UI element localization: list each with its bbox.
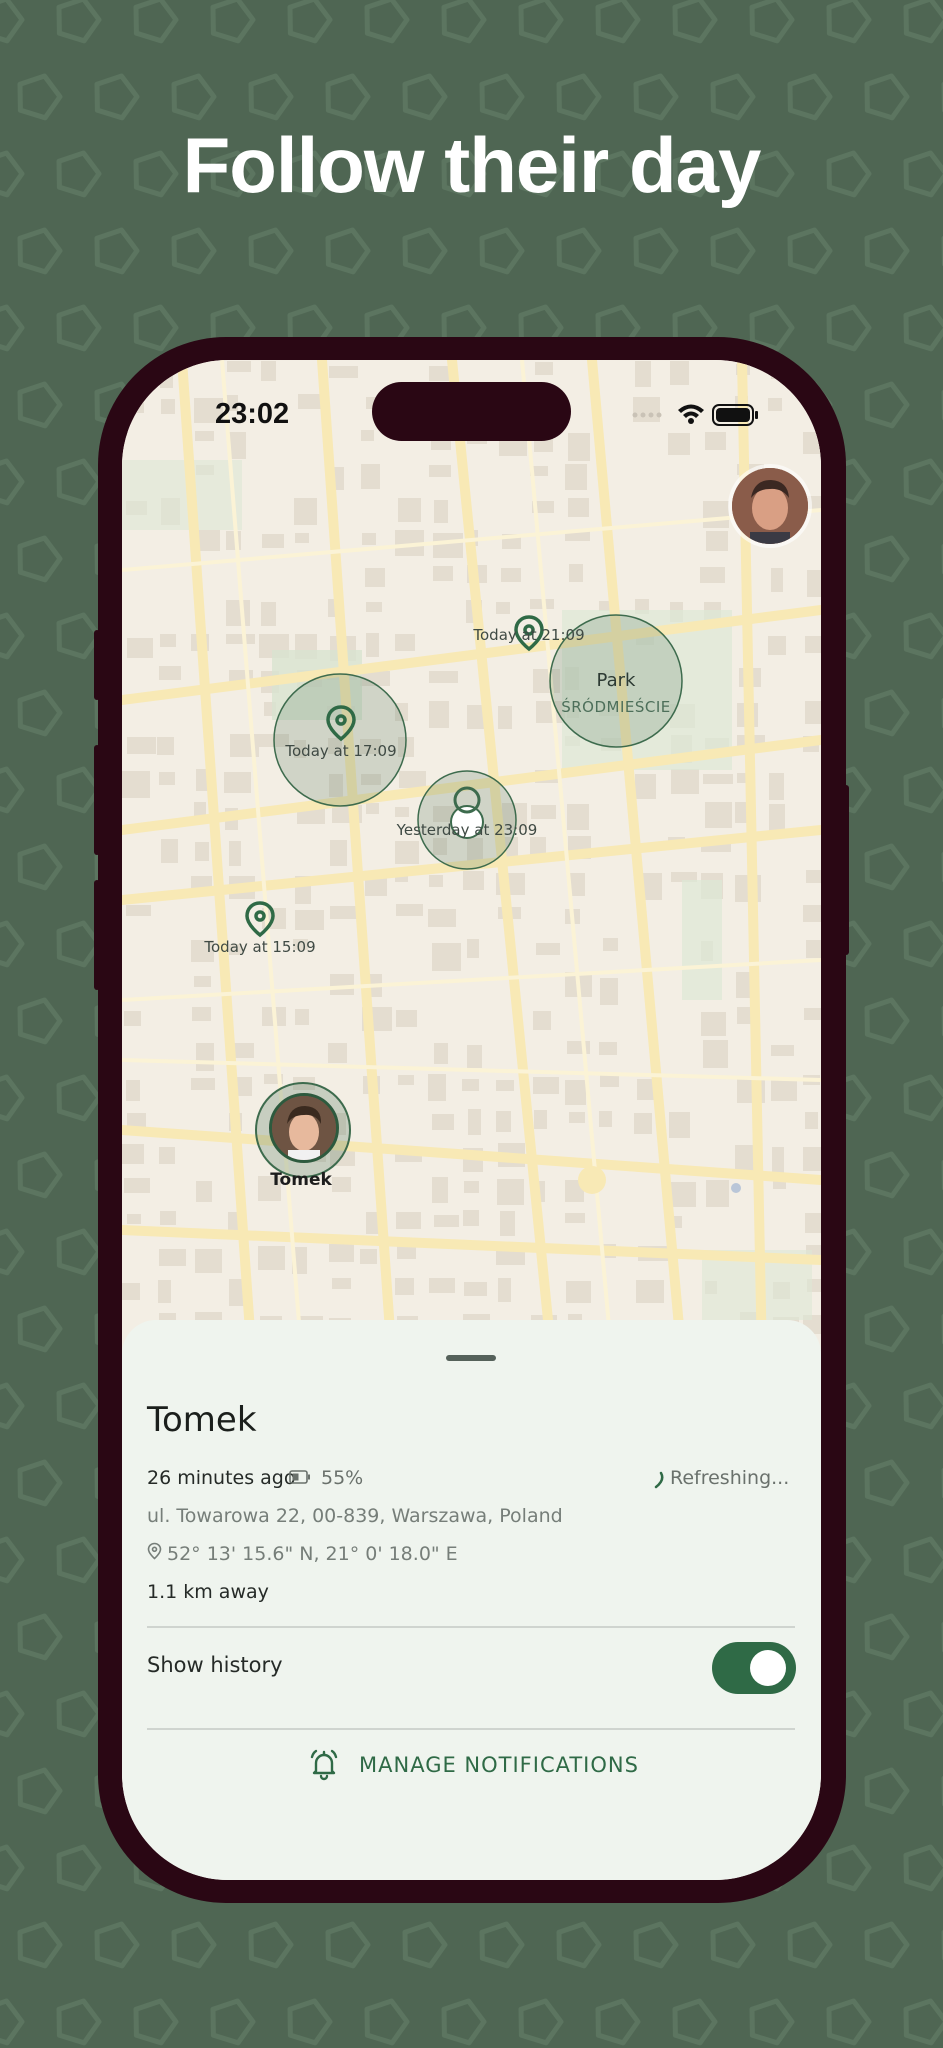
show-history-label: Show history — [147, 1653, 283, 1677]
refresh-spinner-icon — [654, 1471, 664, 1489]
divider — [147, 1728, 795, 1730]
refresh-status: Refreshing... — [670, 1467, 790, 1489]
person-name-label: Tomek — [270, 1170, 332, 1190]
last-seen-text: 26 minutes ago — [147, 1467, 296, 1489]
sheet-drag-handle[interactable] — [446, 1355, 496, 1361]
wifi-icon — [678, 404, 704, 424]
page-headline: Follow their day — [182, 121, 762, 209]
status-icons — [632, 404, 758, 426]
person-marker[interactable] — [255, 1082, 351, 1178]
bottom-sheet: Tomek 26 minutes ago 55% Refreshing... u… — [122, 1320, 821, 1880]
distance-text: 1.1 km away — [147, 1581, 269, 1603]
manage-notifications-label: MANAGE NOTIFICATIONS — [359, 1753, 639, 1777]
location-pin-icon — [147, 1542, 162, 1560]
marker-label: Today at 21:09 — [473, 626, 585, 644]
divider — [147, 1626, 795, 1628]
address-text: ul. Towarowa 22, 00-839, Warszawa, Polan… — [147, 1505, 563, 1527]
user-avatar[interactable] — [732, 468, 808, 544]
dynamic-island — [372, 382, 571, 441]
marker-label: Yesterday at 23:09 — [396, 821, 538, 839]
battery-icon — [289, 1470, 310, 1484]
park-name: Park — [596, 670, 636, 691]
status-time: 23:02 — [215, 398, 290, 430]
coordinates-text: 52° 13' 15.6" N, 21° 0' 18.0" E — [167, 1543, 458, 1565]
battery-percentage: 55% — [321, 1467, 364, 1489]
map[interactable] — [122, 360, 821, 1360]
marker-label: Today at 15:09 — [204, 938, 316, 956]
district-name: ŚRÓDMIEŚCIE — [561, 698, 671, 716]
marker-label: Today at 17:09 — [285, 742, 397, 760]
manage-notifications-button[interactable]: MANAGE NOTIFICATIONS — [307, 1745, 647, 1785]
battery-status-icon — [712, 404, 758, 426]
toggle-knob — [750, 1650, 786, 1686]
bell-icon — [310, 1749, 338, 1781]
person-name: Tomek — [147, 1400, 257, 1440]
phone-screen: Today at 21:09 Today at 17:09 Yesterday … — [122, 360, 821, 1880]
person-avatar — [269, 1093, 339, 1163]
show-history-toggle[interactable] — [712, 1642, 796, 1694]
